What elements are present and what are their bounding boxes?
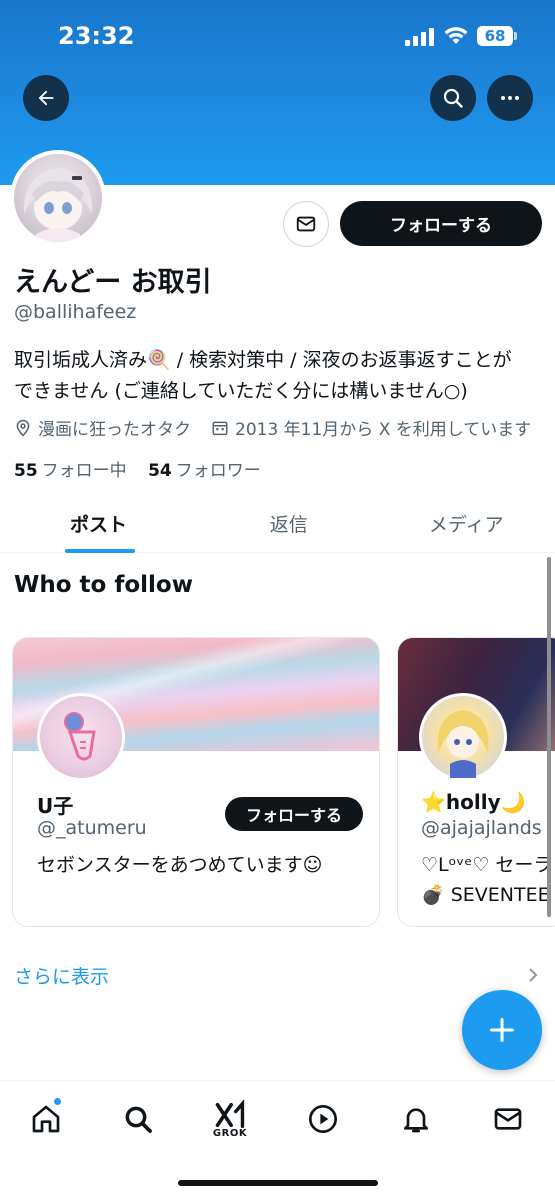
anime-avatar-illustration: [437, 710, 489, 778]
follow-suggestion-card[interactable]: ⭐holly🌙 @ajajajlands ♡Lᵒᵛᵉ♡ セーラ 💣 SEVENT…: [397, 637, 555, 927]
profile-handle: @ballihafeez: [14, 301, 137, 323]
who-to-follow-title: Who to follow: [14, 572, 193, 598]
location-item: 漫画に狂ったオタク: [14, 415, 191, 440]
calendar-icon: [212, 421, 228, 435]
profile-meta: 漫画に狂ったオタク 2013 年11月から X を利用しています: [14, 415, 544, 440]
tab-label: 返信: [269, 514, 308, 536]
active-tab-indicator: [65, 549, 135, 553]
cellular-signal-icon: [405, 28, 435, 46]
notification-dot: [53, 1097, 62, 1106]
nav-messages[interactable]: [486, 1097, 530, 1141]
status-bar: 23:32 68: [0, 0, 555, 72]
nav-video[interactable]: [301, 1097, 345, 1141]
followers-link[interactable]: 54 フォロワー: [148, 461, 261, 481]
arrow-left-icon: [38, 90, 54, 106]
compose-button[interactable]: [462, 990, 542, 1070]
tab-posts[interactable]: ポスト: [0, 495, 200, 553]
profile-bio: 取引垢成人済み🍭 / 検索対策中 / 深夜のお返事返すことが できません (ご連…: [14, 345, 544, 407]
tab-label: メディア: [428, 514, 504, 536]
followers-count: 54: [148, 461, 172, 481]
grok-icon: [215, 1099, 245, 1128]
status-time: 23:32: [58, 22, 135, 50]
nav-grok[interactable]: GROK: [208, 1097, 252, 1141]
charm-icon: [64, 712, 96, 761]
tab-replies[interactable]: 返信: [200, 495, 378, 552]
profile-avatar[interactable]: [10, 150, 106, 246]
location-text: 漫画に狂ったオタク: [38, 420, 191, 440]
card-name: ⭐holly🌙: [421, 790, 526, 814]
location-pin-icon: [16, 419, 30, 437]
following-link[interactable]: 55 フォロー中: [14, 461, 127, 481]
show-more-link[interactable]: さらに表示: [14, 962, 109, 989]
chevron-right-icon: [529, 968, 538, 982]
grok-label: GROK: [212, 1127, 248, 1139]
wifi-icon: [444, 27, 468, 44]
mail-icon: [296, 216, 316, 232]
following-label: フォロー中: [41, 461, 127, 481]
back-button[interactable]: [23, 75, 69, 121]
bio-line: 取引垢成人済み🍭 / 検索対策中 / 深夜のお返事返すことが: [14, 349, 512, 371]
profile-tabs: ポスト 返信 メディア: [0, 495, 555, 553]
follow-button[interactable]: フォローする: [340, 201, 542, 246]
joined-text: 2013 年11月から X を利用しています: [235, 420, 532, 440]
search-icon: [443, 88, 463, 108]
battery-indicator: 68: [477, 26, 517, 46]
search-button[interactable]: [430, 75, 476, 121]
message-button[interactable]: [283, 201, 329, 247]
search-icon: [125, 1106, 152, 1133]
followers-label: フォロワー: [175, 461, 261, 481]
card-description-line: 💣 SEVENTEE: [421, 884, 550, 906]
card-avatar[interactable]: [419, 693, 507, 781]
nav-home[interactable]: [24, 1097, 68, 1141]
card-handle: @ajajajlands: [421, 817, 542, 839]
nav-notifications[interactable]: [394, 1097, 438, 1141]
follow-suggestion-card[interactable]: U子 @_atumeru フォローする セボンスターをあつめています☺: [12, 637, 380, 927]
tab-label: ポスト: [70, 514, 128, 536]
bell-icon: [404, 1108, 428, 1133]
play-circle-icon: [309, 1105, 337, 1133]
card-name: U子: [37, 794, 74, 818]
follow-counts: 55 フォロー中 54 フォロワー: [14, 456, 261, 481]
card-description: セボンスターをあつめています☺: [37, 854, 323, 876]
card-avatar[interactable]: [37, 693, 125, 781]
profile-name: えんどー お取引: [14, 267, 212, 298]
home-indicator[interactable]: [178, 1180, 378, 1186]
mail-icon: [494, 1108, 522, 1130]
plus-icon: [489, 1017, 515, 1043]
more-button[interactable]: [487, 75, 533, 121]
joined-item: 2013 年11月から X を利用しています: [211, 415, 531, 440]
anime-avatar-illustration: [23, 168, 93, 242]
more-horizontal-icon: [501, 96, 519, 100]
card-description-line: ♡Lᵒᵛᵉ♡ セーラ: [421, 854, 553, 876]
following-count: 55: [14, 461, 38, 481]
home-icon: [32, 1105, 60, 1133]
bio-line: できません (ご連絡していただく分には構いません○): [14, 380, 468, 402]
card-handle: @_atumeru: [37, 817, 147, 839]
nav-search[interactable]: [116, 1097, 160, 1141]
card-follow-button[interactable]: フォローする: [225, 797, 363, 831]
tab-media[interactable]: メディア: [378, 495, 555, 552]
scrollbar[interactable]: [547, 557, 551, 917]
card-description: ♡Lᵒᵛᵉ♡ セーラ 💣 SEVENTEE: [421, 850, 552, 910]
